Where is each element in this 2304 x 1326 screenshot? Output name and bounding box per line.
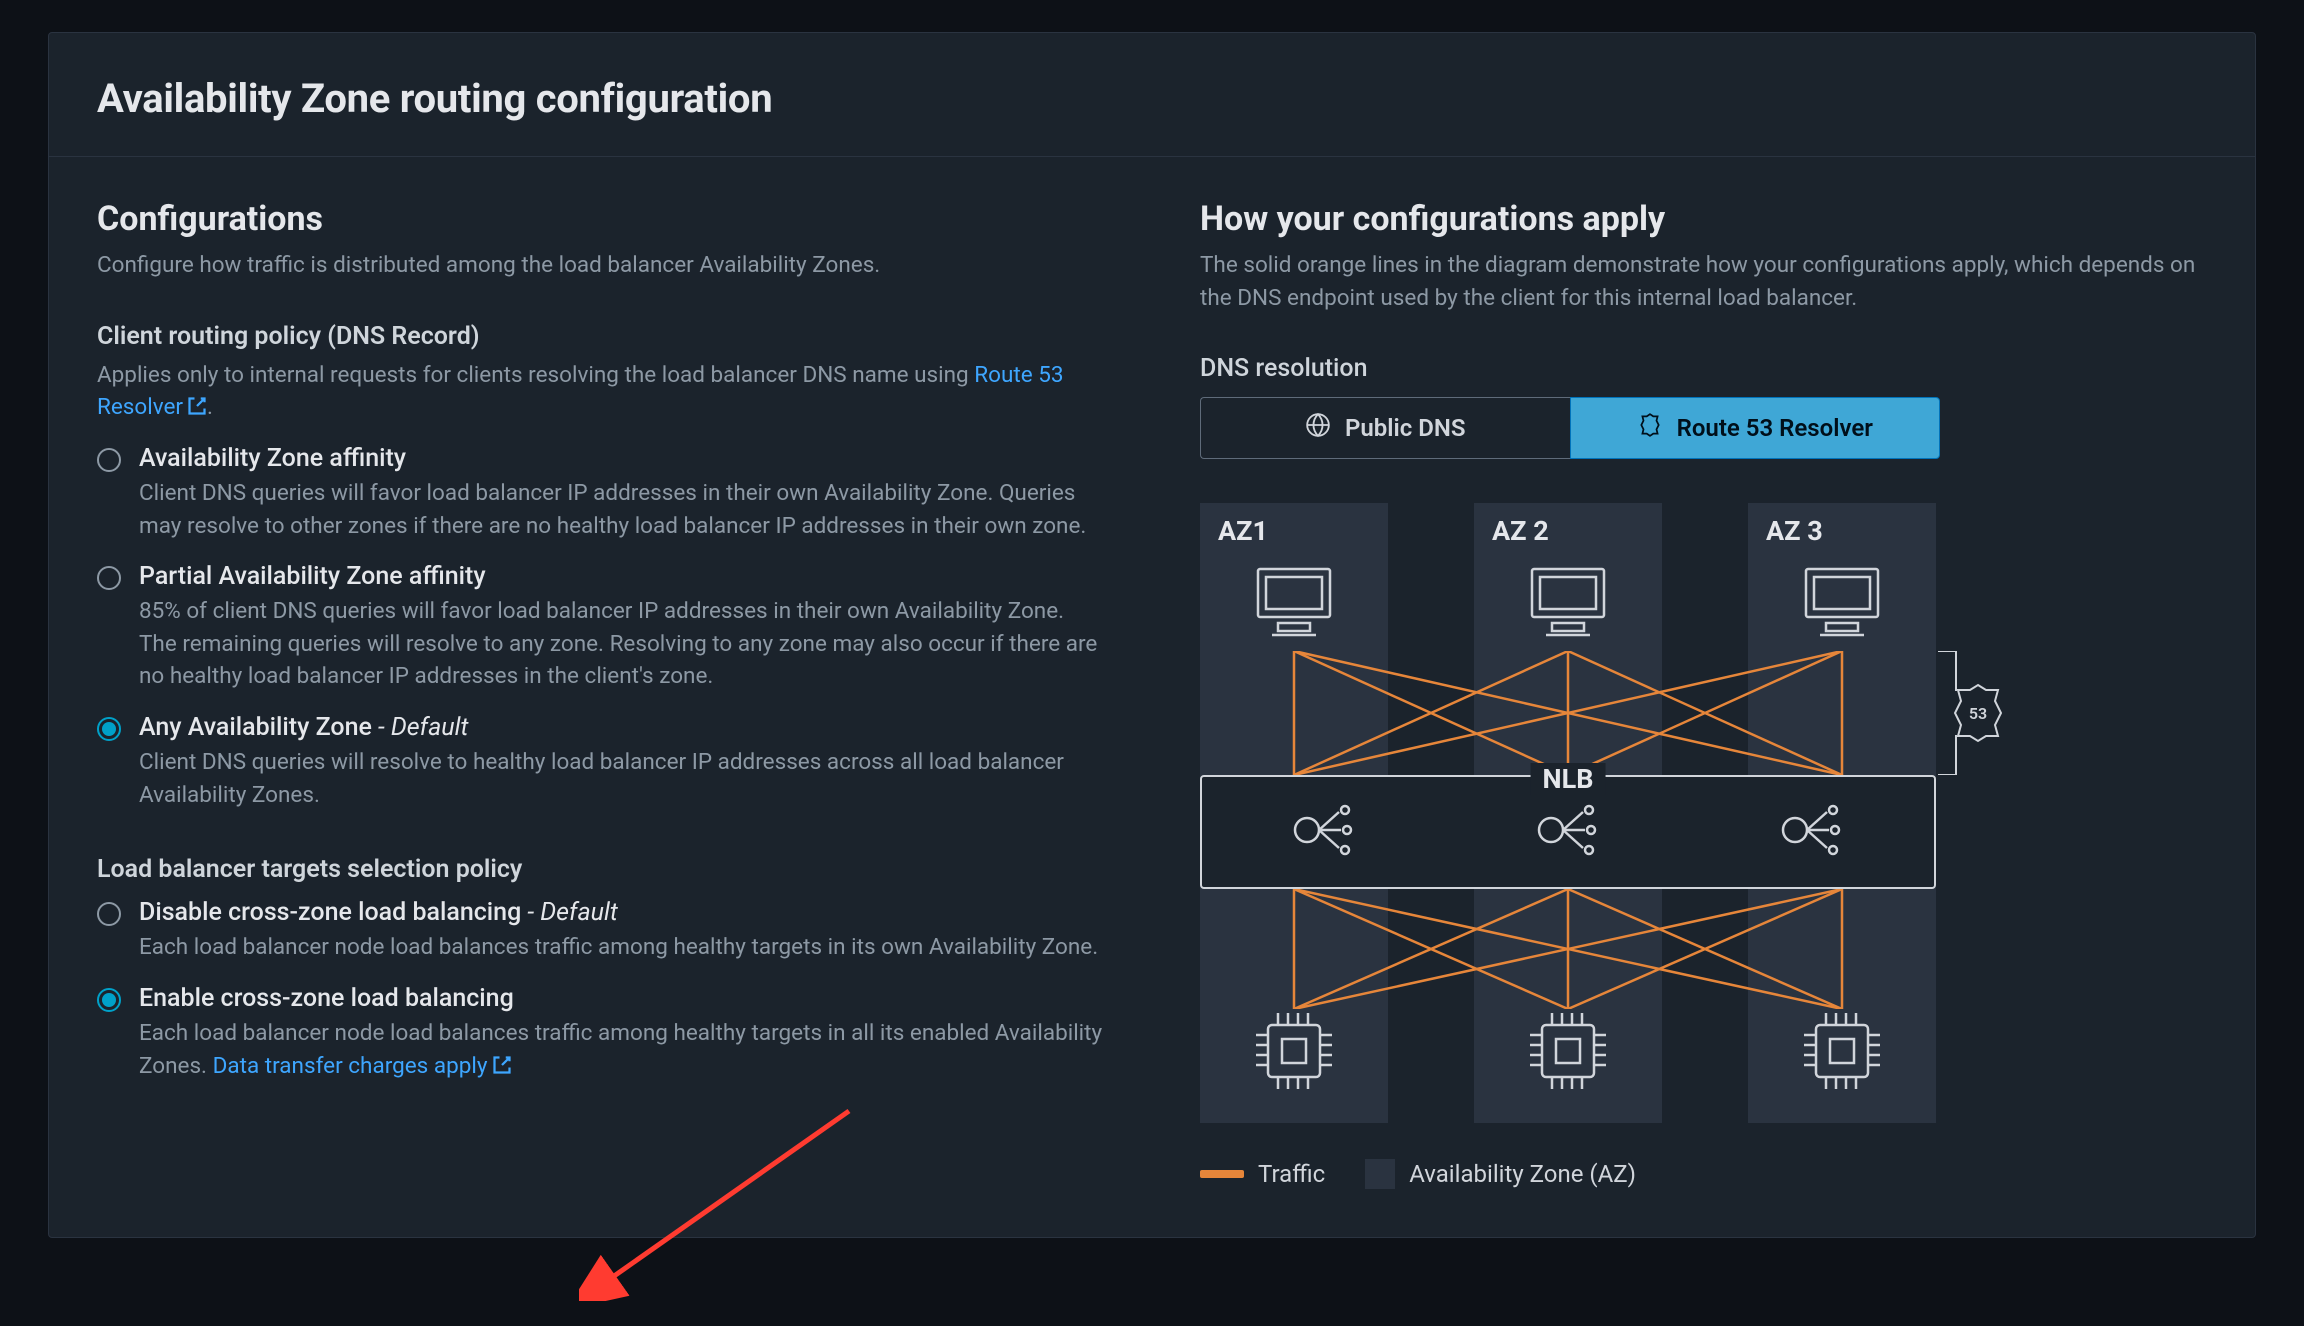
legend-traffic: Traffic [1200, 1160, 1325, 1188]
radio-description: Client DNS queries will favor load balan… [139, 477, 1104, 542]
az-label: AZ1 [1200, 503, 1388, 555]
panel-title: Availability Zone routing configuration [97, 75, 2207, 122]
routing-diagram: AZ1 [1200, 503, 1940, 1123]
routing-policy-help: Applies only to internal requests for cl… [97, 359, 1104, 426]
radio-description: 85% of client DNS queries will favor loa… [139, 595, 1104, 693]
configurations-subtitle: Configure how traffic is distributed amo… [97, 249, 1104, 282]
targets-policy-radio-group: Disable cross-zone load balancing - Defa… [97, 898, 1104, 1084]
routing-option-any-az[interactable]: Any Availability Zone - Default Client D… [97, 713, 1104, 811]
client-computer-icon [1526, 565, 1610, 641]
svg-text:53: 53 [1969, 704, 1987, 723]
targets-policy-label: Load balancer targets selection policy [97, 855, 1104, 884]
config-panel: Availability Zone routing configuration … [48, 32, 2256, 1238]
radio-icon [97, 717, 121, 741]
client-computer-icon [1252, 565, 1336, 641]
routing-option-az-affinity[interactable]: Availability Zone affinity Client DNS qu… [97, 444, 1104, 542]
diagram-legend: Traffic Availability Zone (AZ) [1200, 1159, 2207, 1189]
load-balancer-icon [1777, 802, 1847, 862]
panel-header: Availability Zone routing configuration [49, 33, 2255, 157]
radio-description: Client DNS queries will resolve to healt… [139, 746, 1104, 811]
dns-resolution-label: DNS resolution [1200, 354, 2207, 383]
apply-column: How your configurations apply The solid … [1200, 199, 2207, 1189]
client-computer-icon [1800, 565, 1884, 641]
target-chip-icon [1800, 1009, 1884, 1097]
panel-body: Configurations Configure how traffic is … [49, 157, 2255, 1237]
legend-az: Availability Zone (AZ) [1365, 1159, 1636, 1189]
legend-traffic-swatch [1200, 1170, 1244, 1178]
az-label: AZ 2 [1474, 503, 1662, 555]
load-balancer-icon [1533, 802, 1603, 862]
radio-label: Disable cross-zone load balancing - Defa… [139, 898, 1104, 927]
external-link-icon [187, 393, 207, 426]
az-label: AZ 3 [1748, 503, 1936, 555]
radio-icon [97, 902, 121, 926]
routing-policy-label: Client routing policy (DNS Record) [97, 322, 1104, 351]
radio-label: Availability Zone affinity [139, 444, 1104, 473]
targets-option-disable-crosszone[interactable]: Disable cross-zone load balancing - Defa… [97, 898, 1104, 964]
target-chip-icon [1526, 1009, 1610, 1097]
route53-badge-icon [1637, 412, 1663, 444]
load-balancer-icon [1289, 802, 1359, 862]
dns-toggle-group: Public DNS Route 53 Resolver [1200, 397, 1940, 459]
radio-label: Any Availability Zone - Default [139, 713, 1104, 742]
routing-option-partial-affinity[interactable]: Partial Availability Zone affinity 85% o… [97, 562, 1104, 693]
radio-label: Enable cross-zone load balancing [139, 984, 1104, 1013]
radio-icon [97, 566, 121, 590]
apply-heading: How your configurations apply [1200, 199, 2207, 239]
target-chip-icon [1252, 1009, 1336, 1097]
targets-option-enable-crosszone[interactable]: Enable cross-zone load balancing Each lo… [97, 984, 1104, 1084]
radio-description: Each load balancer node load balances tr… [139, 931, 1104, 964]
radio-label: Partial Availability Zone affinity [139, 562, 1104, 591]
configurations-column: Configurations Configure how traffic is … [97, 199, 1104, 1189]
globe-icon [1305, 412, 1331, 444]
radio-description: Each load balancer node load balances tr… [139, 1017, 1104, 1084]
nlb-label: NLB [1531, 763, 1606, 795]
legend-az-swatch [1365, 1159, 1395, 1189]
radio-icon [97, 988, 121, 1012]
nlb-box: NLB [1200, 775, 1936, 889]
data-transfer-charges-link[interactable]: Data transfer charges apply [213, 1053, 512, 1079]
apply-subtitle: The solid orange lines in the diagram de… [1200, 249, 2207, 314]
toggle-route53-resolver[interactable]: Route 53 Resolver [1570, 397, 1941, 459]
routing-policy-radio-group: Availability Zone affinity Client DNS qu… [97, 444, 1104, 811]
configurations-heading: Configurations [97, 199, 1104, 239]
page-container: Availability Zone routing configuration … [0, 0, 2304, 1270]
radio-icon [97, 448, 121, 472]
toggle-public-dns[interactable]: Public DNS [1200, 397, 1570, 459]
route53-bracket: 53 [1932, 651, 2002, 775]
external-link-icon [492, 1052, 512, 1085]
